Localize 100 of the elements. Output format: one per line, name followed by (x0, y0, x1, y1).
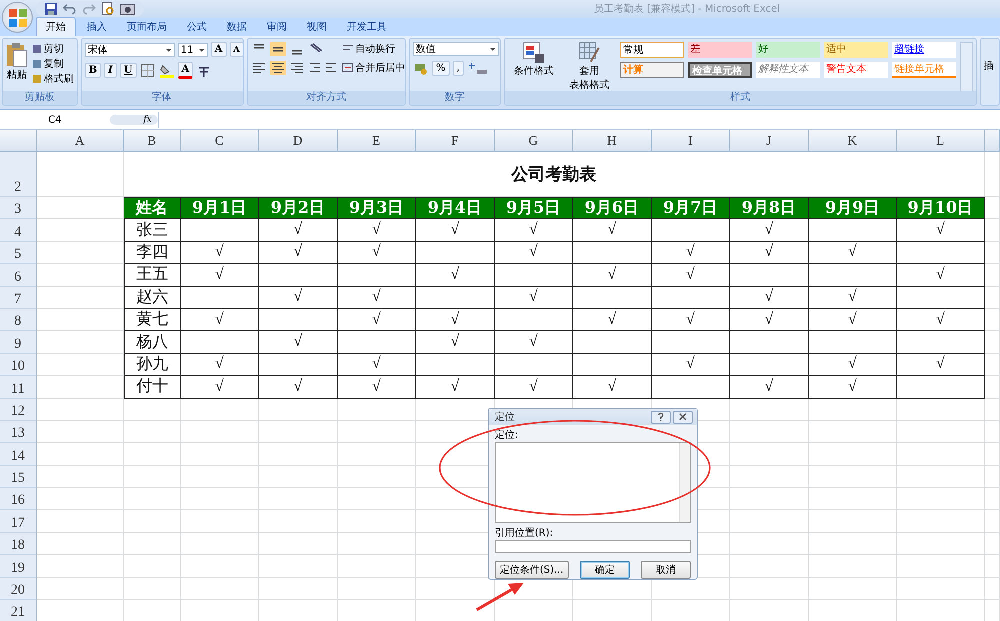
row-header[interactable]: 7 (0, 286, 37, 309)
cell-style-item[interactable]: 适中 (824, 42, 888, 58)
conditional-format-button[interactable]: 条件格式 (508, 42, 560, 78)
name-box[interactable]: C4 (0, 114, 110, 126)
row-header[interactable]: 18 (0, 532, 37, 556)
grid-cell (985, 420, 1000, 444)
undo-icon[interactable] (63, 2, 77, 16)
align-right-icon[interactable] (288, 61, 305, 75)
italic-button[interactable]: I (104, 63, 117, 78)
row-header[interactable]: 14 (0, 443, 37, 466)
ribbon-tab[interactable]: 插入 (78, 18, 116, 36)
help-button[interactable] (651, 410, 671, 424)
percent-button[interactable]: % (432, 61, 450, 76)
ribbon-tab[interactable]: 视图 (298, 18, 336, 36)
grid-cell (985, 510, 1000, 533)
merge-center-button[interactable]: 合并后居中 (342, 61, 406, 75)
column-header[interactable]: I (652, 130, 730, 152)
row-header[interactable]: 17 (0, 510, 37, 533)
row-header[interactable]: 21 (0, 600, 37, 621)
fill-color-icon[interactable] (158, 64, 175, 78)
grid-cell (985, 197, 1000, 220)
close-button[interactable] (673, 410, 693, 424)
row-header[interactable]: 13 (0, 420, 37, 444)
font-color-button[interactable]: A (178, 62, 194, 79)
cell-style-item[interactable]: 解释性文本 (756, 62, 820, 78)
cell-style-item[interactable]: 差 (688, 42, 752, 58)
scroll-bar[interactable] (679, 443, 690, 522)
column-header[interactable]: A (37, 130, 124, 152)
clipboard-button[interactable]: 复制 (32, 57, 74, 71)
print-preview-icon[interactable] (101, 2, 115, 16)
currency-icon[interactable] (413, 62, 430, 76)
column-header[interactable]: K (809, 130, 897, 152)
column-header[interactable]: L (897, 130, 985, 152)
ribbon-tab[interactable]: 公式 (178, 18, 216, 36)
align-left-icon[interactable] (250, 61, 267, 75)
reference-field[interactable] (495, 540, 691, 554)
column-header[interactable]: F (416, 130, 495, 152)
clipboard-button[interactable]: 剪切 (32, 42, 74, 56)
column-header[interactable]: J (730, 130, 809, 152)
ribbon-tab[interactable]: 审阅 (258, 18, 296, 36)
comma-button[interactable]: , (452, 61, 464, 76)
dialog-button[interactable]: 确定 (580, 561, 630, 580)
table-header-cell: 9月4日 (416, 197, 495, 220)
save-icon[interactable] (44, 2, 58, 16)
border-icon[interactable] (140, 64, 156, 78)
table-cell: √ (338, 354, 416, 376)
column-header[interactable]: E (338, 130, 416, 152)
align-middle-icon[interactable] (270, 42, 286, 56)
font-size-field[interactable]: 11 (178, 42, 208, 56)
bold-button[interactable]: B (84, 63, 102, 78)
table-cell: √ (573, 308, 652, 332)
row-header[interactable]: 10 (0, 354, 37, 376)
underline-button[interactable]: U (120, 63, 137, 78)
table-cell: √ (181, 376, 259, 399)
indent-icon[interactable] (308, 61, 338, 75)
row-header[interactable]: 3 (0, 197, 37, 220)
number-format-field[interactable]: 数值 (413, 42, 500, 56)
column-header[interactable]: C (181, 130, 259, 152)
row-header[interactable]: 20 (0, 578, 37, 600)
clipboard-button[interactable]: 格式刷 (32, 72, 74, 86)
column-header[interactable]: D (259, 130, 338, 152)
decimal-icon[interactable] (466, 62, 489, 76)
dialog-button[interactable]: 定位条件(S)... (495, 561, 569, 580)
dialog-button[interactable]: 取消 (641, 561, 691, 580)
insert-button[interactable]: 插 (981, 39, 999, 73)
table-cell: √ (495, 219, 573, 242)
table-format-button[interactable]: 套用 表格格式 (564, 42, 616, 92)
ribbon-tab[interactable]: 开始 (36, 17, 76, 36)
cell-style-item[interactable]: 常规 (620, 42, 684, 58)
align-center-icon[interactable] (270, 61, 286, 75)
cell-style-item[interactable]: 警告文本 (824, 62, 888, 78)
row-header[interactable]: 5 (0, 242, 37, 264)
row-header[interactable]: 15 (0, 466, 37, 488)
font-name-field[interactable]: 宋体 (84, 42, 175, 56)
row-header[interactable]: 12 (0, 398, 37, 421)
camera-icon[interactable] (120, 2, 136, 16)
row-header[interactable]: 4 (0, 219, 37, 242)
ribbon-tab[interactable]: 数据 (218, 18, 256, 36)
table-cell: √ (181, 242, 259, 264)
row-header[interactable]: 11 (0, 376, 37, 399)
column-header[interactable]: B (124, 130, 181, 152)
grow-font-button[interactable]: A (210, 42, 227, 57)
goto-list[interactable] (495, 442, 691, 524)
column-header[interactable]: G (495, 130, 573, 152)
shrink-font-button[interactable]: A (230, 42, 243, 57)
ribbon-tab[interactable]: 页面布局 (118, 18, 176, 36)
ribbon-tab[interactable]: 开发工具 (338, 18, 396, 36)
row-header[interactable]: 19 (0, 555, 37, 578)
paste-button[interactable]: 粘贴 (6, 42, 28, 82)
column-header[interactable]: H (573, 130, 652, 152)
row-header[interactable]: 8 (0, 308, 37, 332)
row-header[interactable]: 6 (0, 264, 37, 287)
row-header[interactable]: 2 (0, 152, 37, 197)
cell-style-item[interactable]: 好 (756, 42, 820, 58)
row-header[interactable]: 16 (0, 488, 37, 510)
table-cell: √ (416, 219, 495, 242)
row-header[interactable]: 9 (0, 331, 37, 354)
wrap-text-button[interactable]: 自动换行 (342, 42, 406, 56)
cell-style-item[interactable]: 超链接 (892, 42, 956, 58)
insert-function-button[interactable]: fx (110, 115, 158, 125)
